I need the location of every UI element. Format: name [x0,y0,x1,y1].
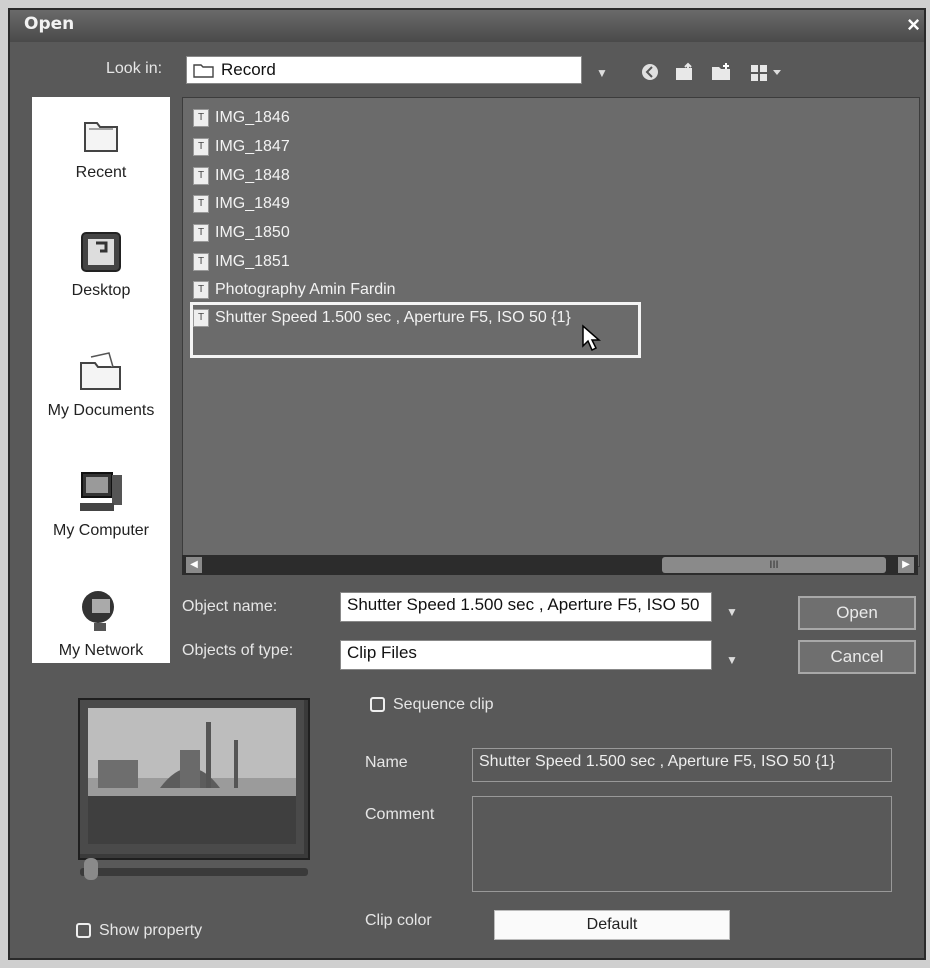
file-list: T IMG_1846 T IMG_1847 T IMG_1848 T IMG_1… [182,97,920,567]
my-documents-icon [80,352,121,390]
object-type-select[interactable]: Clip Files [340,640,712,670]
clip-file-icon: T [193,167,209,185]
object-name-label: Object name: [182,598,278,615]
recent-icon [84,122,118,152]
clip-file-icon: T [193,253,209,271]
file-name: IMG_1846 [215,109,290,126]
my-network-icon [82,591,114,631]
clip-file-icon: T [193,138,209,156]
object-type-label: Objects of type: [182,642,294,659]
folder-icon [193,64,214,78]
list-item[interactable]: T IMG_1849 [193,192,290,216]
look-in-value: Record [221,60,276,79]
file-name: IMG_1850 [215,224,290,241]
clip-preview [78,698,310,860]
list-item[interactable]: T IMG_1848 [193,164,290,188]
place-label: Desktop [71,282,131,299]
place-label: My Documents [47,402,155,419]
place-recent[interactable]: Recent [32,113,170,182]
title-bar: Open × [10,10,924,42]
place-desktop[interactable]: Desktop [32,229,170,300]
object-name-dropdown-icon[interactable]: ▼ [726,605,738,619]
clip-color-label: Clip color [365,912,432,929]
desktop-icon [81,232,121,272]
clip-color-button[interactable]: Default [494,910,730,940]
list-item[interactable]: T IMG_1846 [193,106,290,130]
view-menu-icon[interactable] [750,64,784,82]
look-in-combo[interactable]: Record [186,56,582,84]
file-name: Photography Amin Fardin [215,281,396,298]
open-dialog: Open × Look in: Record ▼ Recent Desktop … [8,8,926,960]
back-icon[interactable] [640,62,660,82]
places-bar: Recent Desktop My Documents My Computer … [32,97,170,663]
horizontal-scrollbar[interactable]: ◀ III ▶ [182,555,918,575]
list-item[interactable]: T IMG_1851 [193,250,290,274]
list-item[interactable]: T IMG_1847 [193,135,290,159]
place-my-documents[interactable]: My Documents [32,349,170,420]
file-name: IMG_1847 [215,138,290,155]
list-item-selected[interactable]: T Shutter Speed 1.500 sec , Aperture F5,… [190,302,641,358]
new-folder-icon[interactable] [710,62,732,82]
place-my-network[interactable]: My Network [32,587,170,660]
clip-file-icon: T [193,224,209,242]
look-in-dropdown-icon[interactable]: ▼ [596,66,608,80]
clip-comment-field[interactable] [472,796,892,892]
my-computer-icon [80,472,122,511]
show-property-label: Show property [99,922,203,939]
preview-slider[interactable] [80,858,308,880]
place-label: My Network [58,642,144,659]
file-name: IMG_1849 [215,195,290,212]
object-name-field[interactable]: Shutter Speed 1.500 sec , Aperture F5, I… [340,592,712,622]
clip-name-label: Name [365,754,408,771]
selection-highlight [190,302,641,358]
scroll-left-icon[interactable]: ◀ [186,557,202,573]
file-name: IMG_1851 [215,253,290,270]
list-item[interactable]: T Photography Amin Fardin [193,278,396,302]
open-button[interactable]: Open [798,596,916,630]
preview-image [80,700,304,854]
cancel-button[interactable]: Cancel [798,640,916,674]
list-item[interactable]: T IMG_1850 [193,221,290,245]
sequence-clip-label: Sequence clip [393,696,494,713]
place-my-computer[interactable]: My Computer [32,469,170,540]
clip-file-icon: T [193,281,209,299]
sequence-clip-checkbox[interactable]: Sequence clip [370,696,494,714]
scroll-thumb[interactable]: III [662,557,886,573]
clip-comment-label: Comment [365,806,435,823]
place-label: My Computer [52,522,150,539]
close-icon[interactable]: × [907,12,920,38]
look-in-label: Look in: [106,60,163,77]
mouse-cursor-icon [582,324,601,352]
up-folder-icon[interactable] [674,62,696,82]
slider-handle[interactable] [84,858,98,880]
clip-name-field[interactable]: Shutter Speed 1.500 sec , Aperture F5, I… [472,748,892,782]
show-property-checkbox[interactable]: Show property [76,922,202,940]
checkbox-box [370,697,385,713]
scroll-right-icon[interactable]: ▶ [898,557,914,573]
file-name: IMG_1848 [215,167,290,184]
clip-file-icon: T [193,109,209,127]
place-label: Recent [75,164,127,181]
dialog-title: Open [24,14,75,34]
object-type-dropdown-icon[interactable]: ▼ [726,653,738,667]
checkbox-box [76,923,91,939]
clip-file-icon: T [193,195,209,213]
